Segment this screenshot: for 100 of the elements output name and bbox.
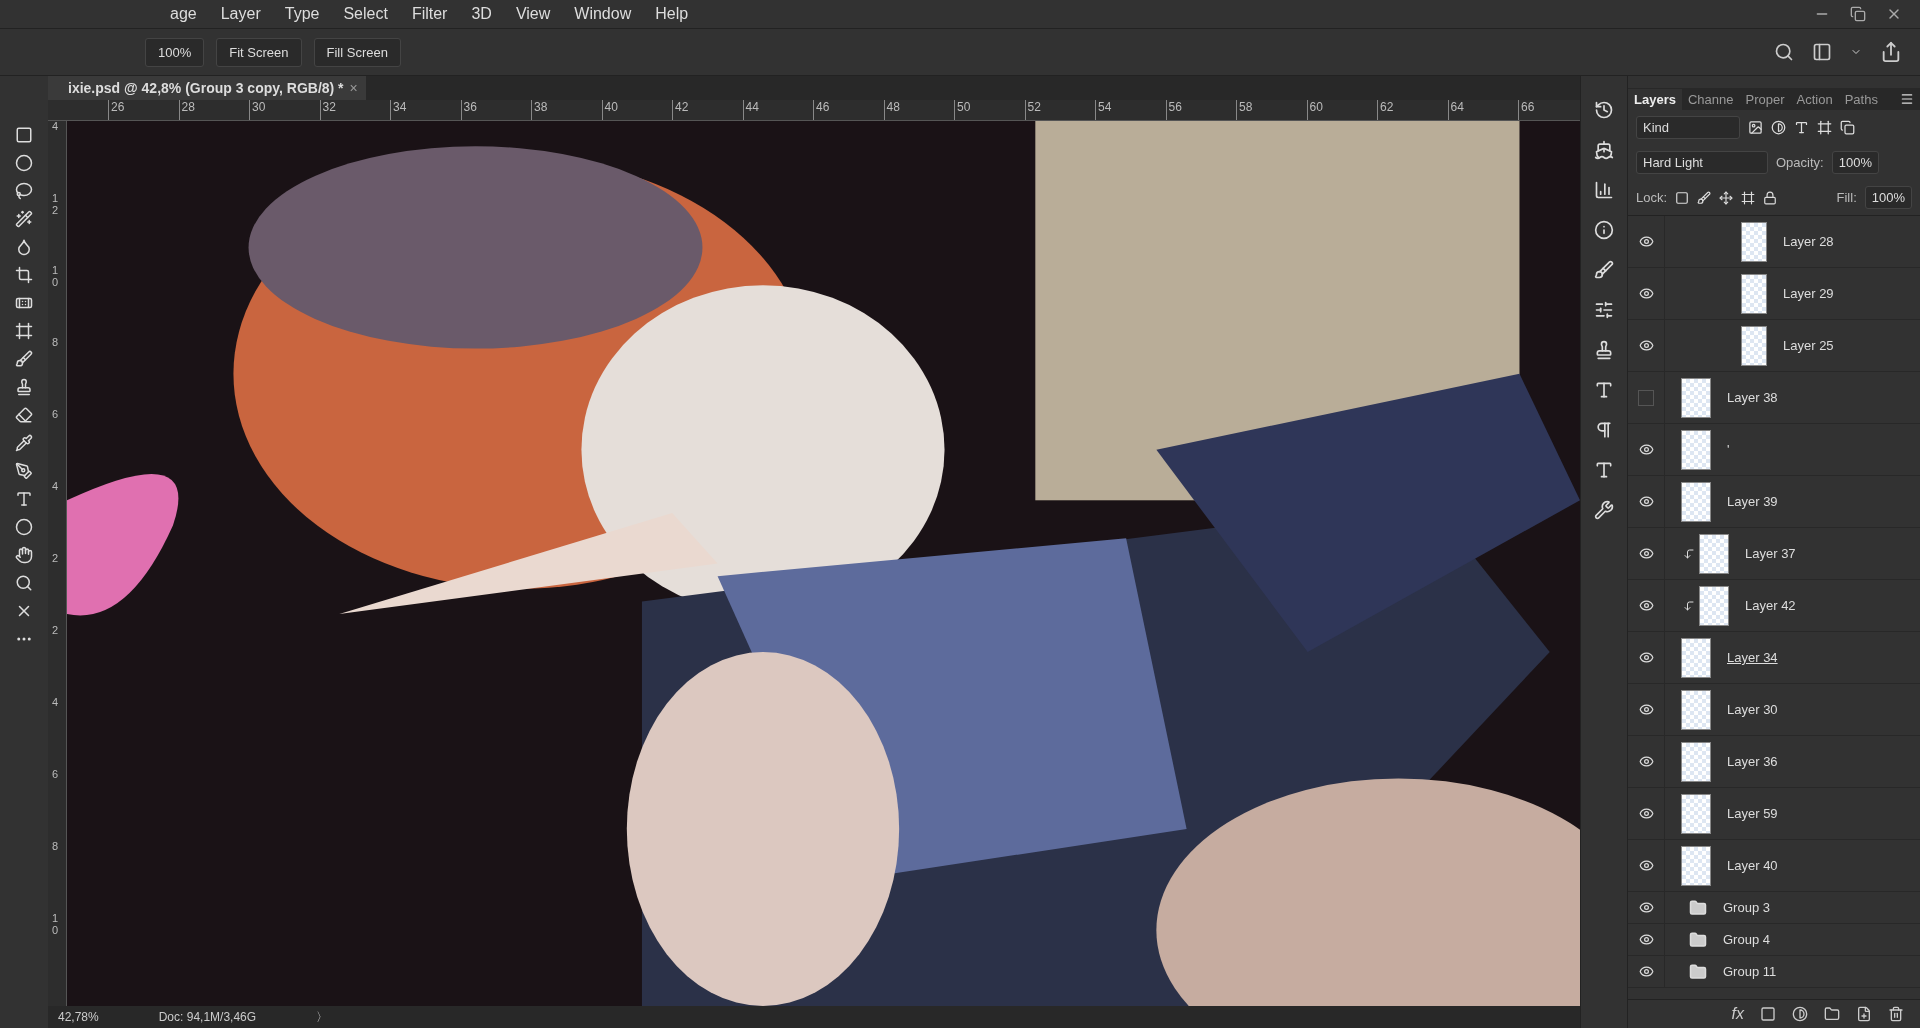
ellipse-marquee-icon[interactable] xyxy=(15,154,33,172)
hand-icon[interactable] xyxy=(15,546,33,564)
layer-row[interactable]: Layer 37 xyxy=(1628,528,1920,580)
ellipse-icon[interactable] xyxy=(15,518,33,536)
mask-icon[interactable] xyxy=(1760,1006,1776,1022)
layer-row[interactable]: Layer 40 xyxy=(1628,840,1920,892)
menu-item[interactable]: age xyxy=(160,5,207,23)
eye-icon[interactable] xyxy=(1638,338,1654,353)
folder-icon[interactable] xyxy=(1689,962,1707,981)
smart-object-filter-icon[interactable] xyxy=(1840,120,1855,135)
zoom-option-button[interactable]: Fill Screen xyxy=(313,37,401,67)
image-filter-icon[interactable] xyxy=(1748,120,1763,135)
eye-icon[interactable] xyxy=(1638,494,1654,509)
layer-row[interactable]: Group 4 xyxy=(1628,924,1920,956)
clip-arrow-icon[interactable] xyxy=(1683,547,1695,560)
brush-icon[interactable] xyxy=(1594,260,1614,280)
eraser-icon[interactable] xyxy=(15,406,33,424)
layer-row[interactable]: ' xyxy=(1628,424,1920,476)
stamp-icon[interactable] xyxy=(1594,340,1614,360)
character-icon[interactable] xyxy=(1594,380,1614,400)
type-filter-icon[interactable] xyxy=(1794,120,1809,135)
trash-icon[interactable] xyxy=(1888,1006,1904,1022)
folder-icon[interactable] xyxy=(1689,898,1707,917)
lock-icon[interactable] xyxy=(1763,190,1778,205)
panel-tab[interactable]: Layers xyxy=(1628,88,1682,110)
tools-icon[interactable] xyxy=(1594,500,1614,520)
magic-wand-icon[interactable] xyxy=(15,210,33,228)
layer-row[interactable]: Layer 34 xyxy=(1628,632,1920,684)
layer-row[interactable]: Layer 38 xyxy=(1628,372,1920,424)
stamp-icon[interactable] xyxy=(15,378,33,396)
menu-item[interactable]: Layer xyxy=(210,5,271,23)
document-tab[interactable]: ixie.psd @ 42,8% (Group 3 copy, RGB/8) * × xyxy=(48,76,366,100)
type-icon[interactable] xyxy=(15,490,33,508)
pen-icon[interactable] xyxy=(15,462,33,480)
eyedropper-icon[interactable] xyxy=(15,434,33,452)
folder-icon[interactable] xyxy=(1689,930,1707,949)
eye-icon[interactable] xyxy=(1638,650,1654,665)
history-icon[interactable] xyxy=(1594,100,1614,120)
layer-row[interactable]: Layer 36 xyxy=(1628,736,1920,788)
layer-row[interactable]: Layer 29 xyxy=(1628,268,1920,320)
eye-icon[interactable] xyxy=(1638,900,1654,915)
eye-icon[interactable] xyxy=(1638,964,1654,979)
adjustment-filter-icon[interactable] xyxy=(1771,120,1786,135)
eye-icon[interactable] xyxy=(1638,754,1654,769)
menu-item[interactable]: Help xyxy=(645,5,699,23)
clip-arrow-icon[interactable] xyxy=(1683,599,1695,612)
workspace-icon[interactable] xyxy=(1812,42,1832,62)
filter-dropdown[interactable]: Kind xyxy=(1636,116,1740,139)
menu-item[interactable]: Filter xyxy=(401,5,458,23)
crop-icon[interactable] xyxy=(15,266,33,284)
menu-item[interactable]: View xyxy=(505,5,561,23)
lasso-icon[interactable] xyxy=(15,182,33,200)
lock-pixels-icon[interactable] xyxy=(1675,190,1690,205)
restore-icon[interactable] xyxy=(1850,6,1866,22)
eye-icon[interactable] xyxy=(1638,702,1654,717)
menu-item[interactable]: Type xyxy=(274,5,330,23)
menu-icon[interactable] xyxy=(1900,92,1914,106)
status-arrow[interactable]: 〉 xyxy=(316,1008,329,1026)
zoom-option-button[interactable]: 100% xyxy=(145,37,205,67)
fx-button[interactable]: fx xyxy=(1731,1005,1744,1023)
lock-move-icon[interactable] xyxy=(1719,190,1734,205)
lock-brush-icon[interactable] xyxy=(1697,190,1712,205)
blend-mode-dropdown[interactable]: Hard Light xyxy=(1636,151,1768,174)
zoom-icon[interactable] xyxy=(15,574,33,592)
layer-row[interactable]: Layer 25 xyxy=(1628,320,1920,372)
fill-field[interactable]: 100% xyxy=(1864,186,1912,209)
sliders-icon[interactable] xyxy=(1594,300,1614,320)
new-layer-icon[interactable] xyxy=(1856,1006,1872,1022)
eye-icon[interactable] xyxy=(1638,442,1654,457)
eye-icon[interactable] xyxy=(1638,286,1654,301)
adjustment-icon[interactable] xyxy=(1792,1006,1808,1022)
shape-filter-icon[interactable] xyxy=(1817,120,1832,135)
layer-row[interactable]: Group 3 xyxy=(1628,892,1920,924)
histogram-icon[interactable] xyxy=(1594,180,1614,200)
layer-row[interactable]: Layer 28 xyxy=(1628,216,1920,268)
lock-artboard-icon[interactable] xyxy=(1741,190,1756,205)
paragraph-icon[interactable] xyxy=(1594,420,1614,440)
info-icon[interactable] xyxy=(1594,220,1614,240)
eye-icon[interactable] xyxy=(1638,806,1654,821)
menu-item[interactable]: Select xyxy=(333,5,398,23)
eye-icon[interactable] xyxy=(1638,598,1654,613)
visibility-toggle[interactable] xyxy=(1638,389,1654,406)
marquee-icon[interactable] xyxy=(15,126,33,144)
eye-icon[interactable] xyxy=(1638,234,1654,249)
eye-icon[interactable] xyxy=(1638,932,1654,947)
menu-item[interactable]: Window xyxy=(564,5,642,23)
search-icon[interactable] xyxy=(1774,42,1794,62)
zoom-option-button[interactable]: Fit Screen xyxy=(216,37,302,67)
layer-row[interactable]: Layer 39 xyxy=(1628,476,1920,528)
layer-row[interactable]: Layer 42 xyxy=(1628,580,1920,632)
layer-row[interactable]: Layer 59 xyxy=(1628,788,1920,840)
brush-icon[interactable] xyxy=(15,350,33,368)
layer-row[interactable]: Group 11 xyxy=(1628,956,1920,988)
glyphs-icon[interactable] xyxy=(1594,460,1614,480)
new-group-icon[interactable] xyxy=(1824,1006,1840,1022)
eye-icon[interactable] xyxy=(1638,858,1654,873)
layer-row[interactable]: Layer 30 xyxy=(1628,684,1920,736)
eye-icon[interactable] xyxy=(1638,546,1654,561)
opacity-field[interactable]: 100% xyxy=(1831,151,1879,174)
menu-item[interactable]: 3D xyxy=(461,5,502,23)
